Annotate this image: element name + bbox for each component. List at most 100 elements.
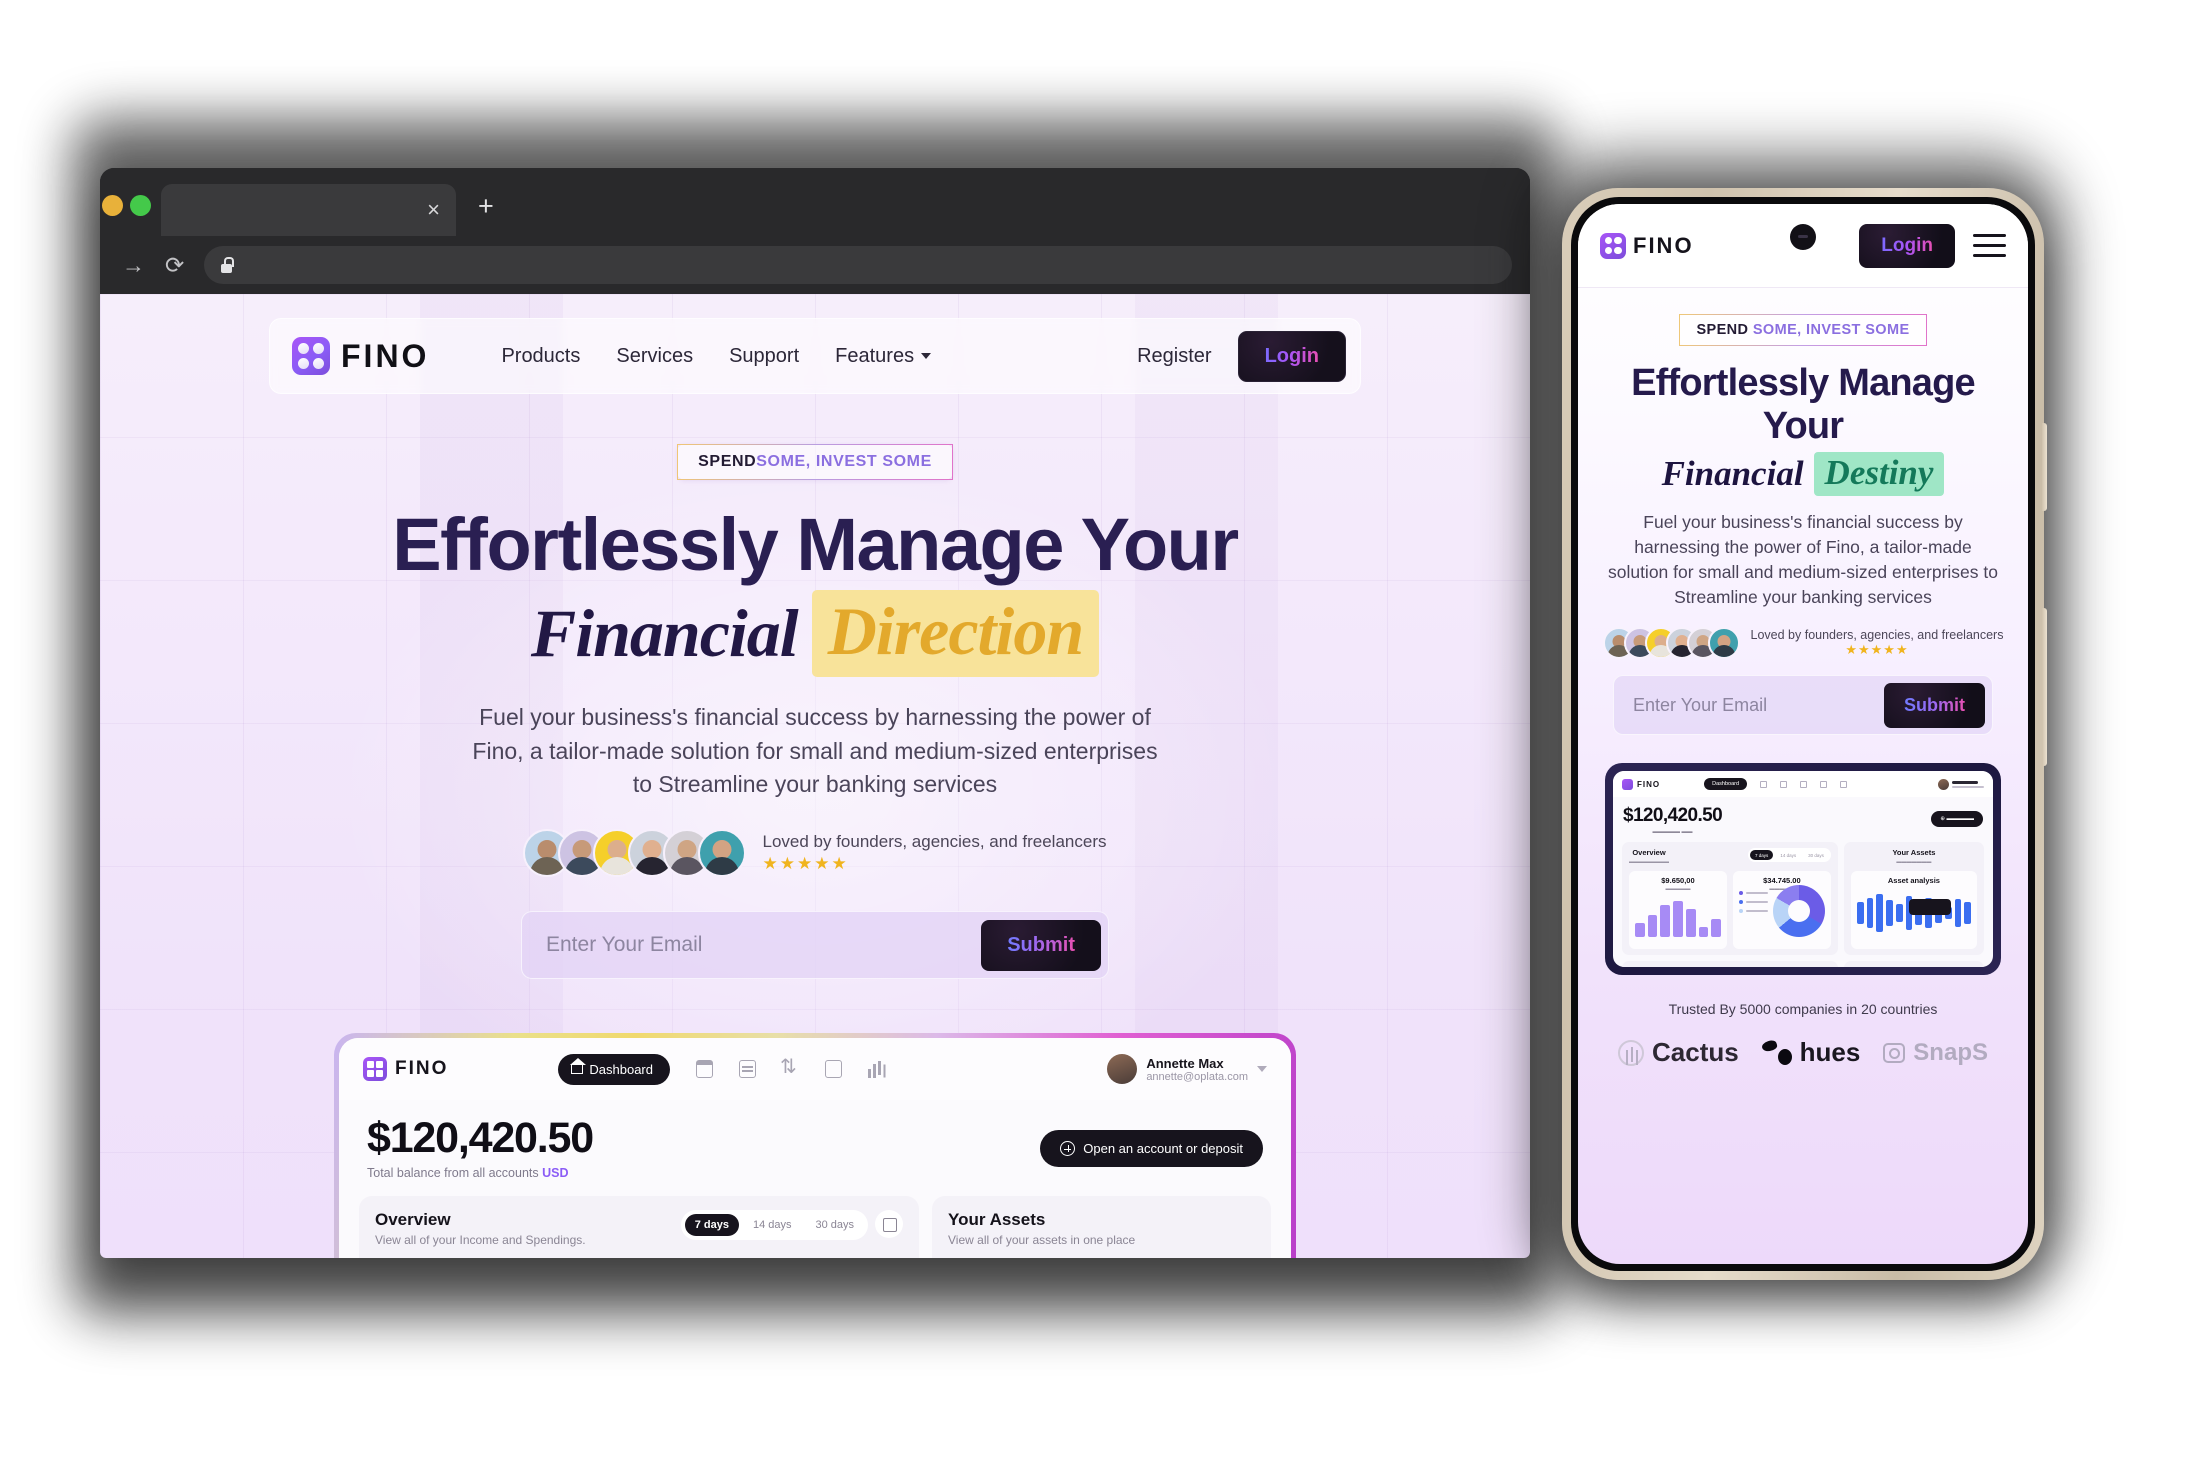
mobile-logo-text: FINO — [1633, 232, 1694, 258]
overview-title: Overview — [375, 1210, 451, 1230]
overview-subtitle: View all of your Income and Spendings. — [375, 1233, 586, 1248]
user-lines — [1952, 780, 1984, 789]
mobile-open-account-button: ⊕ ▬▬▬▬▬ — [1931, 811, 1983, 828]
nav-label: Services — [616, 344, 694, 367]
dashboard-mockup: FINO Dashboard ⇅ Annette Max annette@opl… — [339, 1038, 1291, 1258]
star-rating-icon: ★★★★★ — [762, 854, 849, 874]
range-30-days[interactable]: 30 days — [805, 1214, 864, 1236]
logo-hues: hues — [1762, 1037, 1860, 1068]
mobile-login-button[interactable]: Login — [1859, 223, 1955, 268]
submit-label: Submit — [1007, 933, 1075, 956]
range-7-days[interactable]: 7 days — [684, 1214, 739, 1237]
dashboard-user[interactable]: Annette Max annette@oplata.com — [1107, 1054, 1267, 1085]
analytics-icon[interactable] — [868, 1060, 885, 1079]
submit-button[interactable]: Submit — [981, 919, 1101, 971]
mobile-hero-badge: SPEND SOME, INVEST SOME — [1679, 314, 1927, 346]
login-button[interactable]: Login — [1237, 330, 1346, 382]
mobile-dash-logo-text: FINO — [1637, 779, 1661, 789]
mobile-overview-titles: Overview ▬▬▬▬▬▬▬▬ — [1629, 848, 1669, 865]
loved-label: Loved by founders, agencies, and freelan… — [762, 832, 1107, 852]
nav-item-products[interactable]: Products — [501, 345, 580, 368]
mobile-dashboard-mockup: FINO Dashboard $120,420.50 ▬▬▬▬▬ ▬▬ ⊕ ▬▬… — [1613, 771, 1993, 968]
document-icon[interactable] — [825, 1060, 842, 1079]
wallet-icon — [1760, 780, 1768, 788]
calendar-icon[interactable] — [875, 1210, 904, 1239]
social-proof: Loved by founders, agencies, and freelan… — [100, 829, 1530, 878]
mobile-chart-tooltip — [1908, 898, 1951, 915]
mobile-dash-tab[interactable]: Dashboard — [1704, 778, 1748, 791]
close-icon[interactable]: × — [427, 199, 440, 221]
nav-item-features[interactable]: Features — [835, 344, 932, 368]
logo-snaps: SnapS — [1883, 1039, 1988, 1067]
lock-icon — [220, 257, 234, 273]
snaps-label: SnapS — [1913, 1038, 1988, 1066]
address-bar[interactable] — [204, 246, 1512, 284]
mobile-overview-title: Overview — [1632, 848, 1666, 858]
mobile-accounts-list — [1843, 960, 1984, 968]
dashboard-logo-text: FINO — [395, 1058, 449, 1080]
badge-part-1: SPEND — [1696, 322, 1749, 338]
mobile-social-proof-text: Loved by founders, agencies, and freelan… — [1751, 628, 2004, 658]
avatar — [1707, 627, 1740, 660]
minimize-dot[interactable] — [102, 195, 123, 216]
browser-tab-bar: × + — [100, 168, 1530, 236]
volume-button[interactable] — [2042, 423, 2047, 511]
new-tab-icon[interactable]: + — [478, 191, 494, 222]
maximize-dot[interactable] — [130, 195, 151, 216]
cactus-icon — [1618, 1039, 1644, 1066]
star-rating-icon: ★★★★★ — [1845, 642, 1909, 658]
balance-row: $120,420.50 Total balance from all accou… — [339, 1100, 1291, 1180]
window-controls[interactable] — [102, 195, 161, 236]
browser-window: × + → ⟳ FINO Products Services Support F… — [100, 168, 1530, 1258]
nav-item-services[interactable]: Services — [616, 345, 693, 368]
mobile-overview-header: Overview ▬▬▬▬▬▬▬▬ 7 days 14 days 30 days — [1629, 848, 1831, 865]
mobile-range-selector: 7 days 14 days 30 days — [1748, 848, 1831, 863]
dashboard-topbar: FINO Dashboard ⇅ Annette Max annette@opl… — [339, 1038, 1291, 1101]
mobile-headline-2: Financial Destiny — [1596, 452, 2010, 496]
wallet-icon[interactable] — [696, 1060, 713, 1079]
email-input[interactable] — [546, 933, 982, 958]
mobile-subtext: Fuel your business's financial success b… — [1607, 512, 1999, 607]
mobile-email-input[interactable] — [1633, 694, 1884, 716]
mobile-income-value: $9.650,00 — [1661, 875, 1695, 885]
chevron-down-icon — [921, 353, 932, 359]
range-selector[interactable]: 7 days 14 days 30 days — [680, 1210, 869, 1241]
headline-highlight: Direction — [811, 590, 1100, 678]
nav-item-support[interactable]: Support — [729, 345, 799, 368]
open-account-button[interactable]: Open an account or deposit — [1040, 1130, 1263, 1168]
hero-headline-2: Financial Direction — [100, 590, 1530, 678]
headline-italic: Financial — [530, 595, 799, 672]
mobile-submit-button[interactable]: Submit — [1884, 682, 1985, 728]
nav-label: Products — [501, 344, 581, 367]
avatar — [1107, 1054, 1138, 1085]
card-icon[interactable] — [739, 1060, 756, 1079]
browser-tab[interactable]: × — [161, 184, 456, 236]
mobile-donut-legend — [1738, 890, 1768, 918]
dashboard-tab-active[interactable]: Dashboard — [558, 1053, 670, 1085]
register-link[interactable]: Register — [1137, 345, 1211, 368]
range-14-days[interactable]: 14 days — [743, 1214, 802, 1236]
mobile-assets-sub: ▬▬▬▬▬▬▬ — [1896, 858, 1932, 865]
power-button[interactable] — [2042, 608, 2047, 766]
reload-icon[interactable]: ⟳ — [165, 253, 184, 277]
avatar-group — [523, 829, 747, 878]
email-signup-form: Submit — [521, 911, 1109, 980]
avatar — [1938, 778, 1949, 790]
transfer-icon[interactable] — [780, 1054, 799, 1079]
balance-block: $120,420.50 Total balance from all accou… — [367, 1114, 594, 1180]
hamburger-menu-icon[interactable] — [1973, 227, 2006, 263]
mobile-dash-user — [1938, 778, 1984, 790]
hero-badge: SPEND SOME, INVEST SOME — [677, 444, 953, 480]
mobile-headline-highlight: Destiny — [1813, 452, 1945, 496]
mobile-spendings-value: $34.745.00 — [1763, 875, 1801, 885]
dashboard-tab-label: Dashboard — [589, 1061, 653, 1077]
phone-screen: FINO Login SPEND SOME, INVEST SOME Effor… — [1578, 204, 2028, 1264]
logo[interactable]: FINO — [292, 337, 429, 375]
mobile-social-proof: Loved by founders, agencies, and freelan… — [1596, 627, 2010, 660]
forward-icon[interactable]: → — [122, 253, 145, 277]
mobile-email-form: Submit — [1613, 675, 1993, 736]
hero-headline: Effortlessly Manage Your — [392, 503, 1239, 586]
mobile-login-label: Login — [1881, 234, 1933, 256]
nav-label: Features — [835, 344, 915, 367]
analytics-icon — [1840, 780, 1848, 788]
